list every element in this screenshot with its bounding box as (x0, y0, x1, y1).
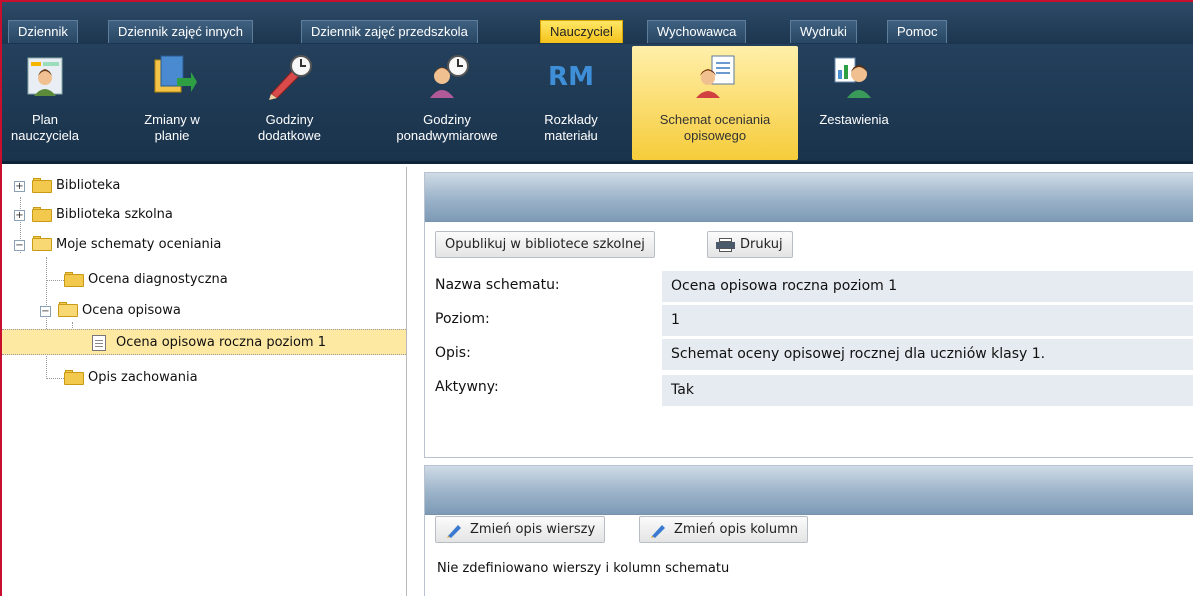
open-folder-icon (32, 236, 52, 251)
tree-node-biblioteka-szkolna[interactable]: + Biblioteka szkolna (14, 204, 314, 226)
folder-icon (64, 272, 84, 287)
document-icon (92, 335, 106, 351)
field-value-opis: Schemat oceny opisowej rocznej dla uczni… (662, 339, 1193, 370)
open-folder-icon (58, 302, 78, 317)
tab-dziennik-zajec-innych[interactable]: Dziennik zajęć innych (108, 20, 254, 43)
printer-icon (716, 238, 735, 252)
field-value-aktywny: Tak (662, 375, 1193, 406)
folder-icon (32, 178, 52, 193)
tab-wydruki[interactable]: Wydruki (790, 20, 857, 43)
change-columns-button[interactable]: Zmień opis kolumn (639, 516, 809, 543)
descriptive-grading-icon (690, 54, 740, 100)
ribbon-plan-nauczyciela[interactable]: Plan nauczyciela (2, 46, 88, 160)
rm-icon: RM (548, 62, 594, 92)
tree-node-opis-zachowania[interactable]: Opis zachowania (64, 367, 364, 389)
folder-icon (64, 370, 84, 385)
ribbon-godziny-ponadwymiarowe[interactable]: Godziny ponadwymiarowe (383, 46, 511, 160)
overtime-hours-icon (422, 54, 472, 100)
field-label-nazwa: Nazwa schematu: (435, 277, 560, 293)
tab-wychowawca[interactable]: Wychowawca (647, 20, 747, 43)
print-button[interactable]: Drukuj (707, 231, 793, 258)
schema-tree: + Biblioteka + Biblioteka szkolna − Moje… (2, 167, 407, 596)
field-value-poziom: 1 (662, 305, 1193, 336)
plan-changes-icon (147, 54, 197, 100)
field-label-aktywny: Aktywny: (435, 379, 499, 395)
panel-header (425, 466, 1193, 515)
expand-icon[interactable]: + (14, 181, 25, 192)
ribbon-zmiany-w-planie[interactable]: Zmiany w planie (120, 46, 224, 160)
pencil-icon (446, 522, 464, 538)
tree-node-biblioteka[interactable]: + Biblioteka (14, 175, 314, 197)
tree-connector (46, 280, 64, 281)
teacher-plan-icon (20, 54, 70, 100)
field-label-poziom: Poziom: (435, 311, 490, 327)
tree-connector (46, 378, 64, 379)
pencil-icon (650, 522, 668, 538)
extra-hours-icon (265, 54, 315, 100)
collapse-icon[interactable]: − (40, 306, 51, 317)
publish-button[interactable]: Opublikuj w bibliotece szkolnej (435, 231, 655, 258)
tab-dziennik[interactable]: Dziennik (8, 20, 78, 43)
tree-node-ocena-diagnostyczna[interactable]: Ocena diagnostyczna (64, 269, 364, 291)
field-label-opis: Opis: (435, 345, 471, 361)
tree-node-label: Ocena opisowa roczna poziom 1 (116, 335, 326, 350)
tab-dziennik-zajec-przedszkola[interactable]: Dziennik zajęć przedszkola (301, 20, 478, 43)
ribbon-toolbar: Plan nauczyciela Zmiany w planie Godziny do… (2, 44, 1193, 164)
tab-nauczyciel[interactable]: Nauczyciel (540, 20, 623, 43)
schema-details-panel: Opublikuj w bibliotece szkolnej Drukuj N… (424, 172, 1193, 458)
folder-icon (32, 207, 52, 222)
panel-header (425, 173, 1193, 222)
tree-node-ocena-opisowa-roczna-selected[interactable]: Ocena opisowa roczna poziom 1 (2, 329, 406, 355)
ribbon-zestawienia[interactable]: Zestawienia (810, 46, 898, 160)
reports-icon (829, 54, 879, 100)
schema-structure-panel: Zmień opis wierszy Zmień opis kolumn Nie… (424, 465, 1193, 596)
field-value-nazwa: Ocena opisowa roczna poziom 1 (662, 271, 1193, 302)
detail-area: Opublikuj w bibliotece szkolnej Drukuj N… (408, 167, 1193, 596)
main-tab-bar: Dziennik Dziennik zajęć innych Dziennik … (2, 2, 1193, 44)
empty-schema-message: Nie zdefiniowano wierszy i kolumn schema… (437, 561, 730, 576)
ribbon-godziny-dodatkowe[interactable]: Godziny dodatkowe (237, 46, 342, 160)
change-rows-button[interactable]: Zmień opis wierszy (435, 516, 606, 543)
tree-node-moje-schematy[interactable]: − Moje schematy oceniania (14, 234, 344, 256)
ribbon-schemat-oceniania-opisowego[interactable]: Schemat oceniania opisowego (632, 46, 798, 160)
expand-icon[interactable]: + (14, 210, 25, 221)
collapse-icon[interactable]: − (14, 240, 25, 251)
tab-pomoc[interactable]: Pomoc (887, 20, 948, 43)
tree-node-ocena-opisowa[interactable]: − Ocena opisowa (40, 300, 340, 322)
ribbon-rozklady-materialu[interactable]: RM Rozkłady materiału (524, 46, 618, 160)
